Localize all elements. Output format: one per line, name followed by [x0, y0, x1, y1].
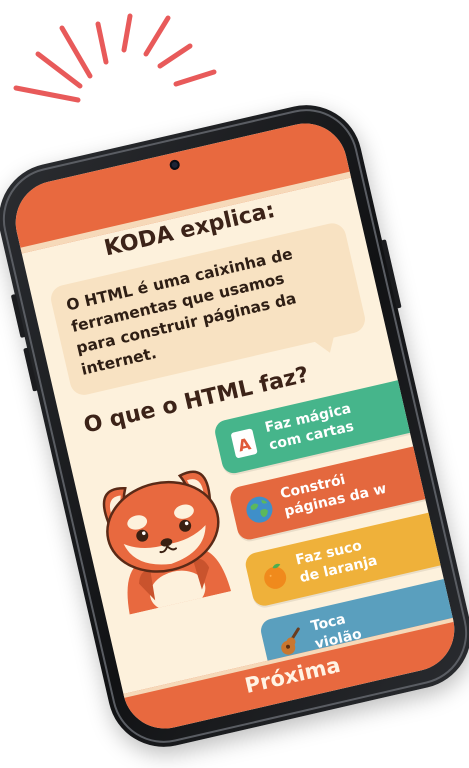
answer-label: Faz suco de laranja	[294, 515, 463, 588]
volume-up-button	[10, 293, 26, 338]
bubble-tail	[312, 335, 338, 356]
letter-a-card-icon: A	[231, 428, 258, 458]
excitement-lines-icon	[13, 13, 217, 103]
orange-icon	[264, 563, 287, 589]
answer-label: Faz mágica com cartas	[263, 382, 433, 455]
globe-icon	[246, 496, 273, 523]
phone-frame: KODA explica: O HTML é uma caixinha de f…	[0, 94, 469, 758]
volume-down-button	[23, 347, 38, 392]
app-screen: KODA explica: O HTML é uma caixinha de f…	[7, 115, 463, 737]
answer-label: Constrói páginas da w	[279, 448, 449, 521]
red-panda-mascot	[102, 470, 232, 615]
power-button	[380, 239, 402, 309]
